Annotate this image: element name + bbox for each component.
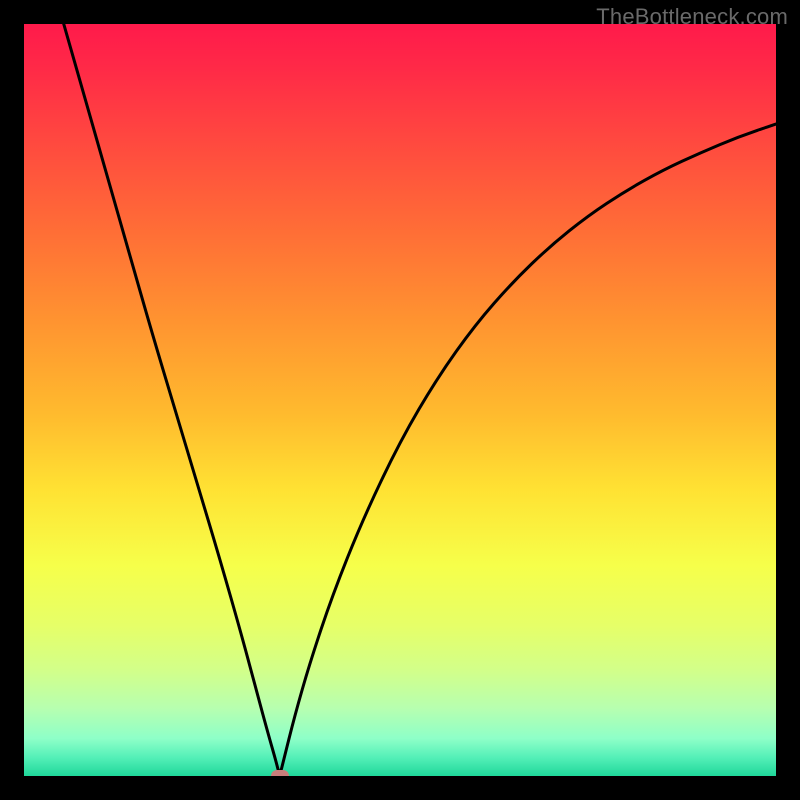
attribution-text: TheBottleneck.com bbox=[596, 4, 788, 30]
chart-frame: TheBottleneck.com bbox=[0, 0, 800, 800]
optimum-marker bbox=[271, 770, 289, 776]
bottleneck-curve bbox=[24, 24, 776, 776]
plot-area bbox=[24, 24, 776, 776]
